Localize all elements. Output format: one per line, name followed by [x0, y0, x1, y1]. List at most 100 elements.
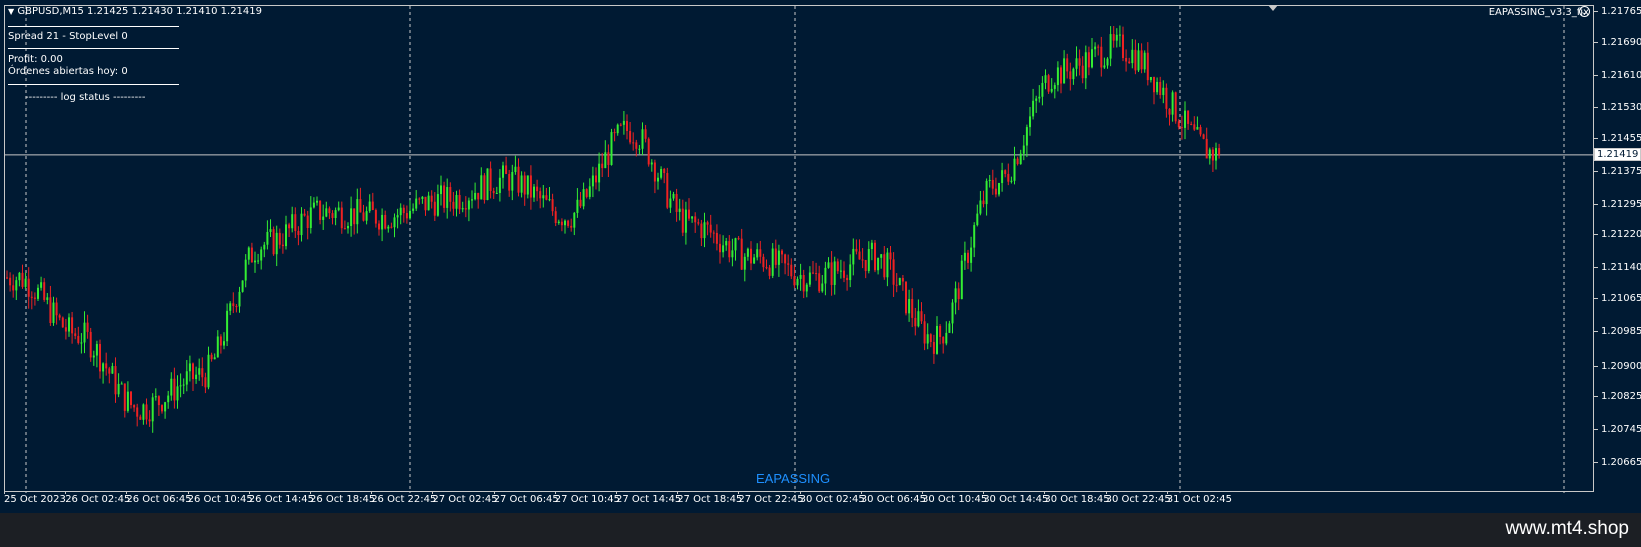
candle-body — [405, 213, 408, 219]
candle-body — [660, 168, 663, 178]
candle-body — [95, 344, 98, 356]
candle-body — [319, 200, 322, 220]
candle-body — [58, 315, 61, 318]
candle-body — [706, 222, 709, 225]
candle-body — [328, 208, 331, 214]
candle-body — [46, 297, 49, 300]
spread-text: Spread 21 - StopLevel 0 — [8, 31, 128, 42]
candle-body — [266, 231, 269, 245]
candle-body — [1109, 34, 1112, 59]
candle-body — [1193, 124, 1196, 130]
candle-body — [232, 303, 235, 307]
candlestick-chart[interactable] — [5, 6, 1595, 493]
candle-body — [347, 226, 349, 229]
candle-body — [901, 278, 904, 282]
candle-body — [979, 200, 982, 214]
candle-body — [936, 325, 938, 354]
candle-body — [182, 384, 185, 386]
candle-body — [331, 213, 334, 218]
candle-body — [142, 404, 145, 420]
candle-body — [700, 223, 703, 239]
candle-body — [449, 187, 452, 202]
candle-body — [647, 138, 650, 165]
candle-body — [867, 249, 870, 272]
candle-body — [285, 224, 287, 247]
candle-body — [582, 189, 585, 207]
candle-body — [213, 357, 216, 360]
candle-body — [424, 196, 427, 211]
candle-body — [554, 211, 557, 223]
candle-body — [833, 261, 836, 285]
candle-body — [982, 200, 985, 205]
candle-body — [784, 254, 787, 264]
candle-body — [278, 232, 281, 245]
candle-body — [467, 200, 470, 210]
candle-body — [173, 378, 176, 401]
candle-body — [1202, 134, 1205, 139]
candle-body — [192, 363, 194, 380]
candle-body — [1140, 50, 1143, 70]
candle-body — [570, 225, 573, 228]
candle-body — [33, 297, 36, 299]
separator — [8, 26, 179, 27]
price-tick: 1.21530 — [1594, 102, 1641, 114]
candle-body — [77, 335, 80, 343]
current-price-tag: 1.21419 — [1594, 147, 1641, 161]
candle-body — [1044, 75, 1047, 83]
candle-body — [126, 391, 129, 411]
candle-body — [939, 325, 942, 337]
candle-body — [666, 173, 669, 208]
candle-body — [1128, 61, 1131, 64]
candle-body — [644, 129, 647, 139]
candle-body — [613, 132, 616, 134]
candle-body — [133, 405, 136, 408]
candle-body — [157, 396, 160, 406]
candle-body — [480, 175, 483, 200]
candle-body — [179, 385, 182, 387]
candle-body — [616, 124, 619, 134]
expert-advisor-name[interactable]: EAPASSING_v3.3_fix — [1489, 7, 1589, 18]
candle-body — [973, 225, 976, 248]
candle-body — [176, 386, 179, 401]
candle-body — [427, 195, 430, 211]
candle-body — [167, 395, 170, 403]
candle-body — [963, 252, 966, 261]
collapse-triangle-icon[interactable]: ▼ — [8, 7, 14, 16]
candle-body — [399, 207, 402, 216]
candle-body — [629, 130, 632, 143]
candle-body — [161, 405, 163, 412]
candle-body — [796, 278, 799, 286]
candle-body — [436, 194, 439, 216]
candle-body — [1050, 88, 1053, 92]
candle-body — [719, 243, 721, 253]
candle-body — [30, 296, 33, 298]
candle-body — [247, 247, 250, 260]
candle-body — [1032, 100, 1035, 117]
smiley-icon[interactable] — [1579, 6, 1590, 17]
candle-body — [635, 142, 638, 149]
time-tick: 27 Oct 22:45 — [738, 491, 804, 505]
candle-body — [1218, 148, 1221, 155]
price-tick: 1.20825 — [1594, 391, 1641, 403]
time-tick: 30 Oct 22:45 — [1105, 491, 1171, 505]
candle-body — [1029, 116, 1031, 128]
candle-body — [653, 162, 656, 182]
chart-shift-marker-icon[interactable] — [1268, 5, 1278, 11]
candle-body — [390, 226, 393, 228]
candle-body — [827, 262, 830, 268]
candle-body — [207, 354, 210, 388]
candle-body — [297, 230, 300, 236]
candle-body — [514, 166, 517, 172]
chart-window[interactable]: ▼ GBPUSD,M15 1.21425 1.21430 1.21410 1.2… — [0, 0, 1641, 513]
time-tick: 31 Oct 02:45 — [1166, 491, 1232, 505]
candle-body — [223, 341, 225, 346]
candle-body — [694, 216, 697, 223]
candle-body — [836, 261, 839, 272]
candle-body — [1094, 46, 1097, 50]
orders-text: Órdenes abiertas hoy: 0 — [8, 66, 128, 77]
symbol-info[interactable]: ▼ GBPUSD,M15 1.21425 1.21430 1.21410 1.2… — [8, 6, 262, 18]
plot-area[interactable] — [4, 5, 1595, 493]
candle-body — [130, 391, 132, 406]
candle-body — [588, 186, 591, 197]
candle-body — [728, 241, 731, 258]
